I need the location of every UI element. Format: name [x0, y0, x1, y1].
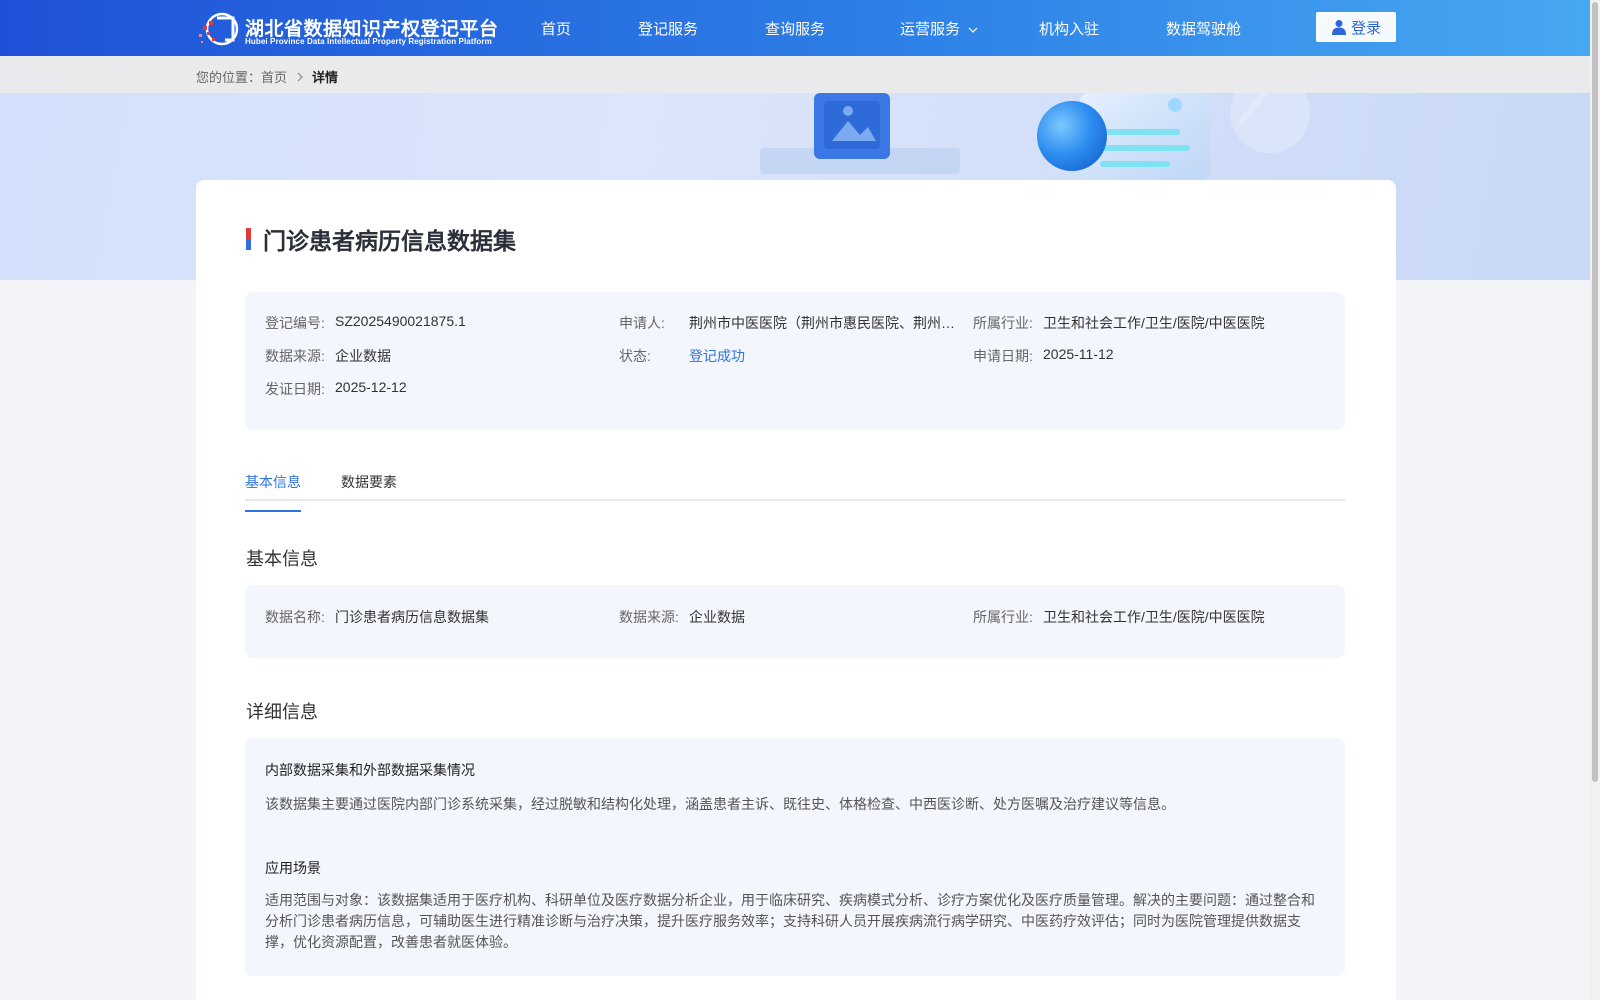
dataset-detail-card: 门诊患者病历信息数据集 登记编号: SZ2025490021875.1 申请人:… — [196, 180, 1396, 1000]
industry-label: 所属行业: — [973, 315, 1033, 331]
nav-query-service[interactable]: 查询服务 — [765, 18, 825, 39]
dataset-title-wrap: 门诊患者病历信息数据集 — [246, 222, 516, 256]
logo-subtitle: Hubei Province Data Intellectual Propert… — [245, 37, 492, 46]
data-name-value: 门诊患者病历信息数据集 — [335, 609, 489, 625]
apply-date-label: 申请日期: — [973, 348, 1033, 364]
data-name-label: 数据名称: — [265, 609, 325, 625]
scenario-text: 适用范围与对象：该数据集适用于医疗机构、科研单位及医疗数据分析企业，用于临床研究… — [265, 892, 1315, 950]
registration-number-value: SZ2025490021875.1 — [335, 313, 466, 329]
breadcrumb-home-link[interactable]: 首页 — [261, 67, 287, 86]
applicant-value: 荆州市中医医院（荆州市惠民医院、荆州… — [689, 315, 955, 331]
apply-date-row: 申请日期: 2025-11-12 — [973, 346, 1114, 366]
nav-operation-service[interactable]: 运营服务 — [900, 18, 978, 39]
status-value: 登记成功 — [689, 348, 745, 364]
nav-data-cockpit[interactable]: 数据驾驶舱 — [1166, 18, 1241, 39]
scenario-heading: 应用场景 — [265, 860, 321, 876]
breadcrumb-prefix: 您的位置： — [196, 70, 262, 85]
basic-info-panel: 数据名称: 门诊患者病历信息数据集 数据来源: 企业数据 所属行业: 卫生和社会… — [245, 585, 1345, 658]
apply-date-value: 2025-11-12 — [1043, 346, 1114, 362]
chevron-down-icon — [968, 27, 978, 33]
collection-text: 该数据集主要通过医院内部门诊系统采集，经过脱敏和结构化处理，涵盖患者主诉、既往史… — [265, 796, 1175, 812]
detail-info-panel: 内部数据采集和外部数据采集情况 该数据集主要通过医院内部门诊系统采集，经过脱敏和… — [245, 738, 1345, 976]
registration-number-row: 登记编号: SZ2025490021875.1 — [265, 313, 466, 333]
login-label: 登录 — [1350, 19, 1381, 37]
logo-mark-icon — [199, 12, 239, 46]
chevron-right-icon — [297, 72, 303, 81]
cert-date-label: 发证日期: — [265, 381, 325, 397]
applicant-label: 申请人: — [619, 315, 665, 331]
basic-info-heading: 基本信息 — [246, 549, 318, 569]
detail-info-heading: 详细信息 — [246, 702, 318, 722]
detail-tabs: 基本信息 数据要素 — [245, 463, 1345, 512]
breadcrumb-current: 详情 — [312, 70, 339, 85]
basic-industry-label: 所属行业: — [973, 609, 1033, 625]
tab-data-elements[interactable]: 数据要素 — [341, 472, 397, 510]
data-source-value: 企业数据 — [335, 348, 391, 364]
basic-source-label: 数据来源: — [619, 609, 679, 625]
basic-industry-value: 卫生和社会工作/卫生/医院/中医医院 — [1043, 609, 1265, 625]
basic-source-row: 数据来源: 企业数据 — [619, 607, 745, 627]
title-accent-bar — [246, 228, 251, 250]
industry-row: 所属行业: 卫生和社会工作/卫生/医院/中医医院 — [973, 313, 1265, 333]
data-source-row: 数据来源: 企业数据 — [265, 346, 391, 366]
basic-source-value: 企业数据 — [689, 609, 745, 625]
industry-value: 卫生和社会工作/卫生/医院/中医医院 — [1043, 315, 1265, 331]
tab-basic-info[interactable]: 基本信息 — [245, 472, 301, 512]
platform-logo[interactable]: 湖北省数据知识产权登记平台 Hubei Province Data Intell… — [195, 12, 498, 46]
nav-home[interactable]: 首页 — [541, 18, 571, 39]
status-label: 状态: — [619, 348, 651, 364]
user-icon — [1331, 20, 1346, 35]
login-button[interactable]: 登录 — [1316, 12, 1396, 42]
cert-date-value: 2025-12-12 — [335, 379, 407, 395]
summary-panel: 登记编号: SZ2025490021875.1 申请人: 荆州市中医医院（荆州市… — [245, 292, 1345, 430]
dataset-title: 门诊患者病历信息数据集 — [263, 228, 516, 254]
collection-heading: 内部数据采集和外部数据采集情况 — [265, 762, 475, 778]
data-name-row: 数据名称: 门诊患者病历信息数据集 — [265, 607, 489, 627]
nav-registration-service[interactable]: 登记服务 — [638, 18, 698, 39]
data-source-label: 数据来源: — [265, 348, 325, 364]
nav-operation-label: 运营服务 — [900, 21, 961, 38]
breadcrumb: 您的位置： 首页 详情 — [196, 67, 338, 86]
registration-number-label: 登记编号: — [265, 315, 325, 331]
cert-date-row: 发证日期: 2025-12-12 — [265, 379, 407, 399]
top-navigation-bar: 湖北省数据知识产权登记平台 Hubei Province Data Intell… — [0, 0, 1600, 56]
page-scrollbar-thumb[interactable] — [1592, 2, 1598, 782]
nav-institution-join[interactable]: 机构入驻 — [1039, 18, 1099, 39]
status-row: 状态: 登记成功 — [619, 346, 745, 366]
applicant-row: 申请人: 荆州市中医医院（荆州市惠民医院、荆州… — [619, 313, 959, 333]
breadcrumb-bar: 您的位置： 首页 详情 — [0, 56, 1590, 93]
basic-industry-row: 所属行业: 卫生和社会工作/卫生/医院/中医医院 — [973, 607, 1265, 627]
